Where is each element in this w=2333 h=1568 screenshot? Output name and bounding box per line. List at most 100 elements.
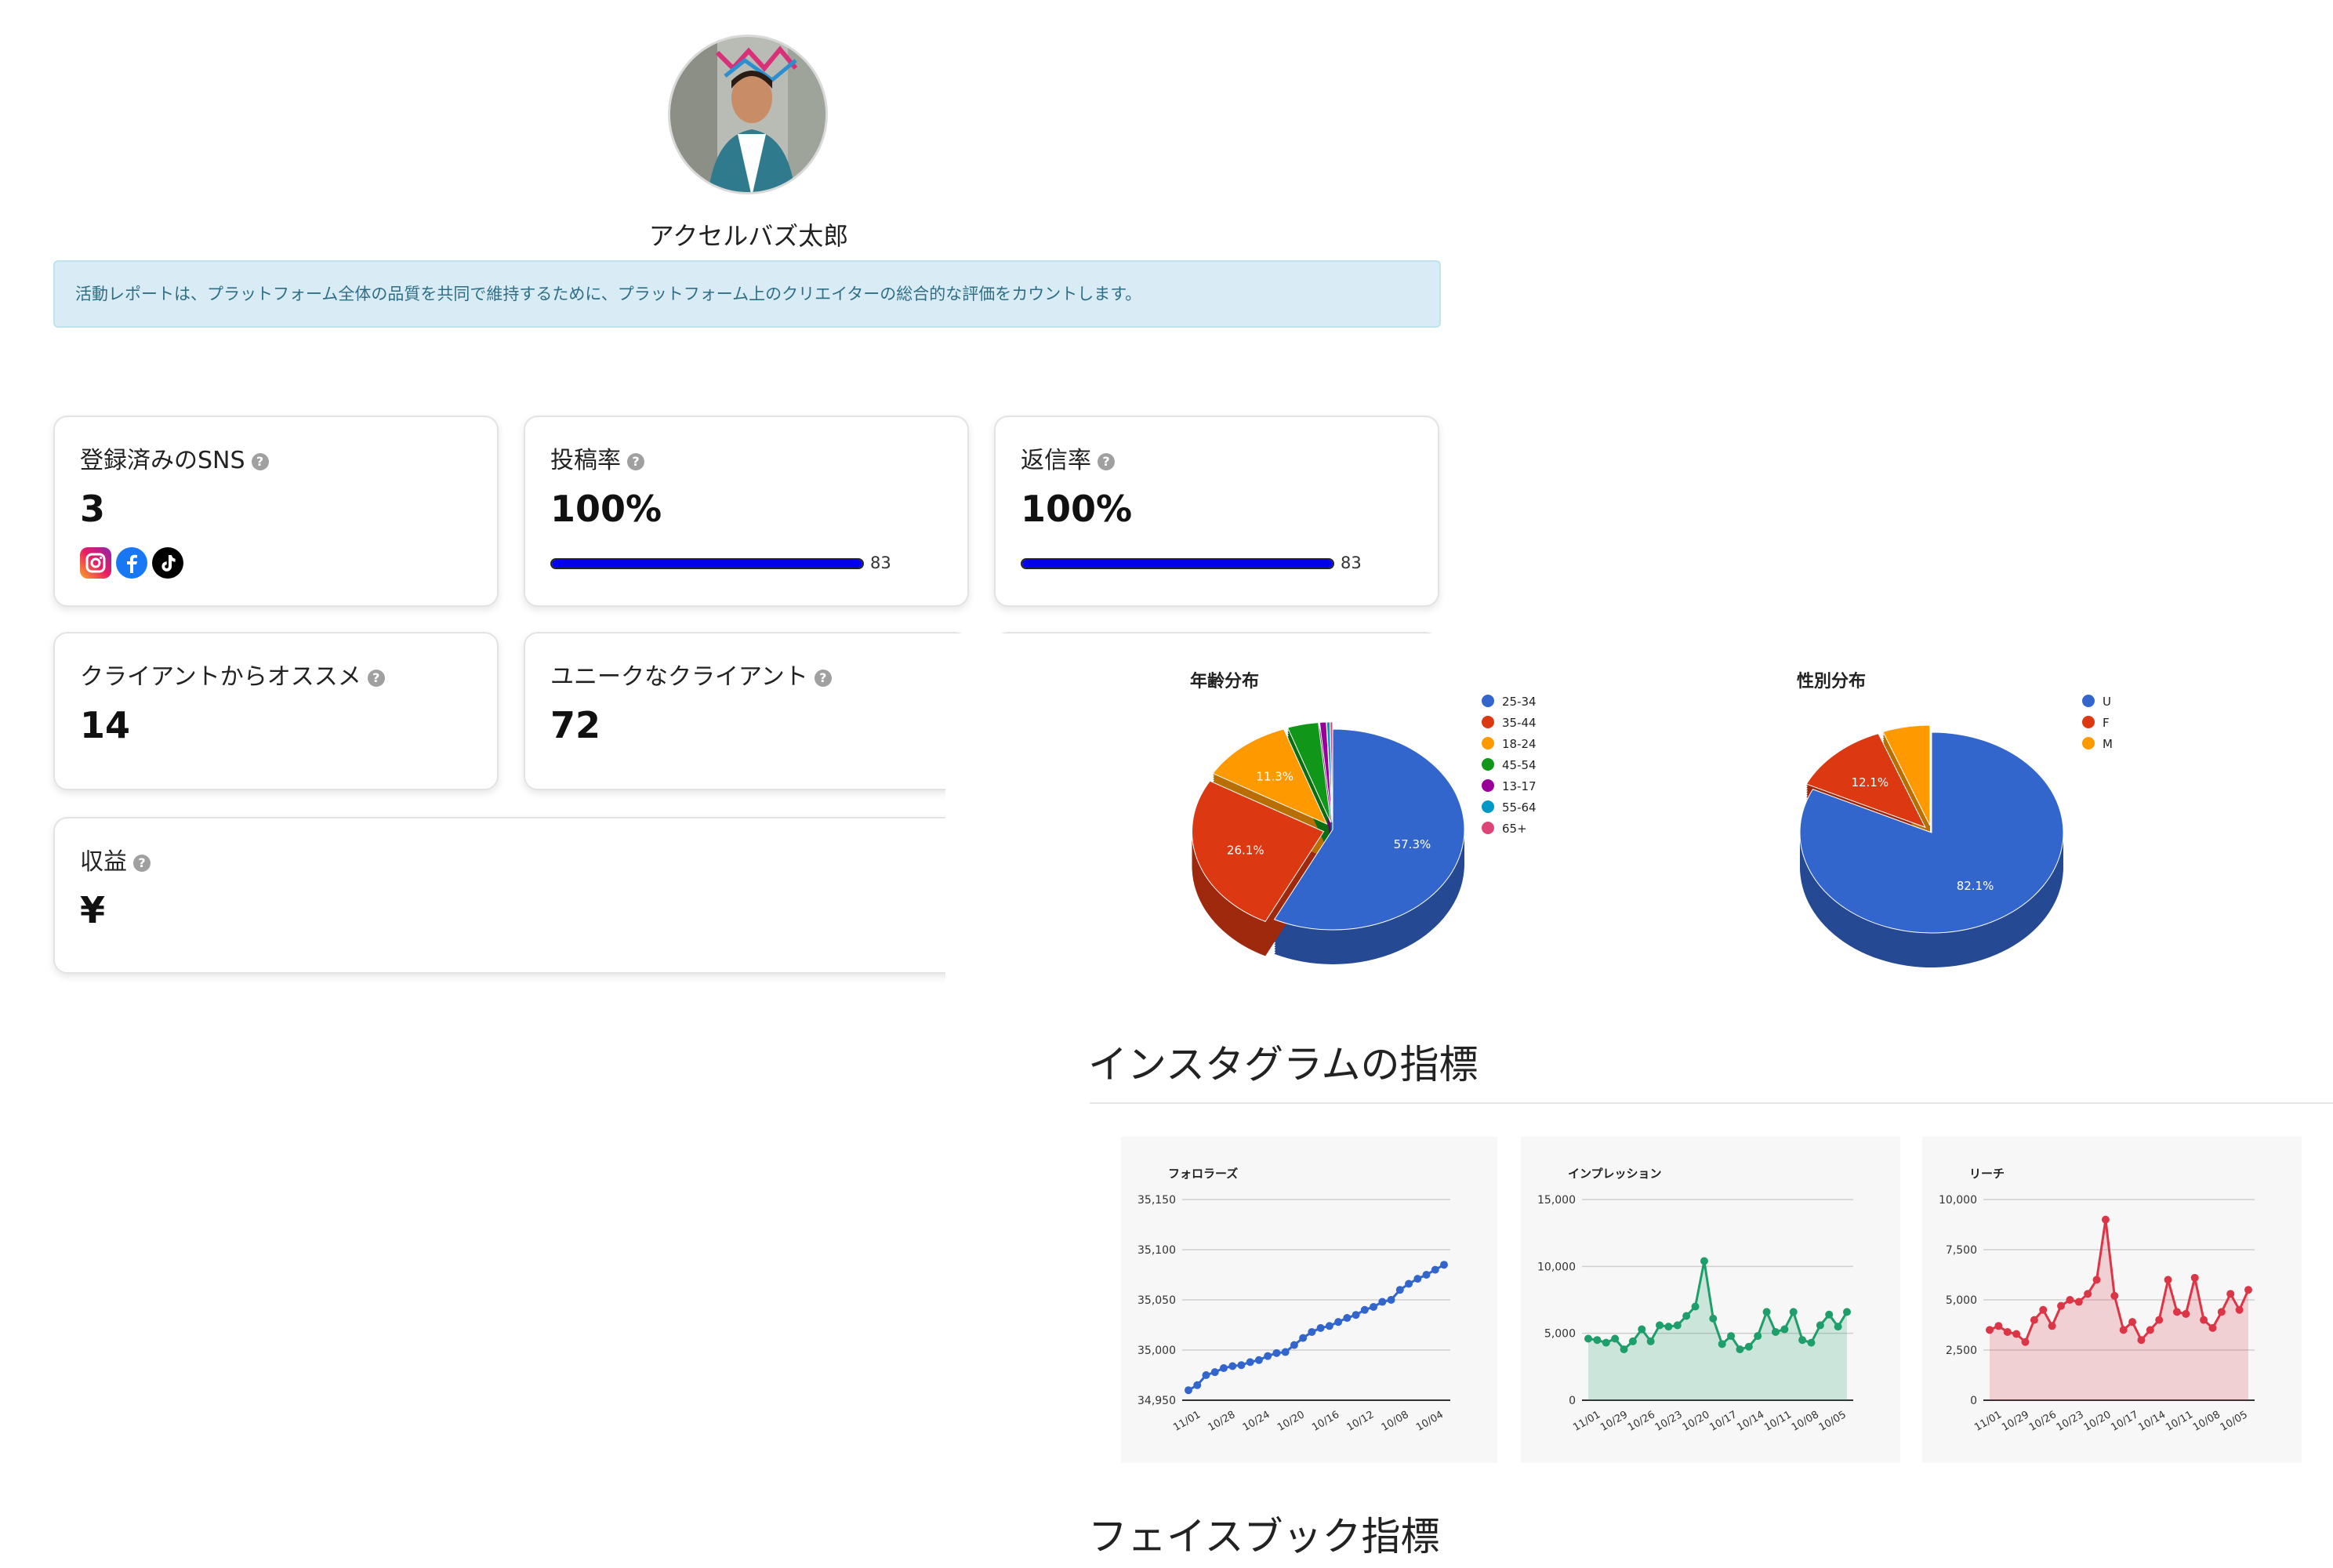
progress-label: 83 [1341, 554, 1362, 572]
card-post-rate: 投稿率? 100% 83 [524, 416, 969, 607]
card-unique-clients: ユニークなクライアント? 72 [524, 632, 969, 790]
data-point [2012, 1330, 2021, 1338]
data-point [2057, 1301, 2066, 1310]
data-point [2039, 1305, 2048, 1314]
card-title: 投稿率? [550, 441, 644, 475]
data-point [1986, 1326, 1994, 1334]
legend-marker [1482, 758, 1494, 771]
progress-fill [552, 560, 862, 568]
y-tick-label: 5,000 [1544, 1328, 1576, 1341]
y-tick-label: 35,100 [1137, 1244, 1176, 1257]
data-point [1602, 1338, 1610, 1347]
data-point [1272, 1348, 1281, 1357]
divider [1090, 1102, 2333, 1104]
x-tick-label: 10/29 [2000, 1409, 2031, 1434]
help-icon[interactable]: ? [251, 452, 269, 470]
help-icon[interactable]: ? [627, 452, 644, 470]
x-tick-label: 10/23 [1653, 1409, 1685, 1434]
progress-label: 83 [870, 554, 891, 572]
x-tick-label: 10/14 [1735, 1409, 1766, 1434]
data-point [1202, 1371, 1210, 1379]
data-point [1780, 1325, 1789, 1334]
followers-line-chart: フォロラーズ 34,950 35,000 35,050 35,100 35,150 11/0… [1137, 1167, 1450, 1434]
data-point [2074, 1298, 2083, 1306]
data-point [1185, 1386, 1192, 1395]
data-point [1593, 1336, 1602, 1345]
data-point [1789, 1308, 1798, 1316]
facebook-metrics-heading: フェイスブック指標 [1088, 1514, 1440, 1559]
data-point [1771, 1327, 1780, 1336]
legend-label: 65+ [1502, 822, 1527, 836]
card-value: 3 [80, 488, 106, 530]
pie-data-label: 12.1% [1851, 775, 1889, 789]
x-tick-label: 10/08 [2191, 1409, 2222, 1434]
x-tick-label: 10/29 [1598, 1409, 1630, 1434]
y-tick-label: 0 [1569, 1395, 1576, 1407]
data-point [2066, 1296, 2074, 1304]
data-point [1360, 1305, 1369, 1314]
data-point [1193, 1381, 1202, 1389]
data-point [1281, 1348, 1290, 1356]
impressions-chart-box: インプレッション 0 5,000 10,000 15,000 11/01 10/29 10/2… [1521, 1137, 1900, 1463]
legend-label: 45-54 [1502, 758, 1537, 772]
pie-data-label: 57.3% [1394, 837, 1431, 851]
pie-title: 性別分布 [1797, 671, 1866, 691]
card-registered-sns: 登録済みのSNS? 3 [53, 416, 499, 607]
data-point [2182, 1309, 2190, 1318]
data-point [1316, 1323, 1325, 1332]
data-point [1754, 1332, 1762, 1341]
x-tick-label: 10/16 [1310, 1409, 1341, 1434]
data-point [1246, 1358, 1254, 1367]
card-value: ¥ [80, 889, 106, 931]
instagram-icon[interactable] [80, 547, 111, 579]
data-point [2164, 1276, 2172, 1284]
x-tick-label: 10/05 [1817, 1409, 1849, 1434]
card-value: 100% [550, 488, 662, 530]
impressions-line-chart: インプレッション05,00010,00015,00011/0110/2910/2… [1537, 1167, 1853, 1434]
x-tick-label: 10/17 [2109, 1409, 2140, 1434]
data-point [2110, 1291, 2119, 1300]
card-value: 14 [80, 704, 131, 746]
legend-label: 35-44 [1502, 716, 1537, 730]
avatar [668, 34, 828, 194]
data-point [1718, 1340, 1726, 1348]
y-tick-label: 2,500 [1946, 1345, 1977, 1357]
tiktok-icon[interactable] [152, 547, 183, 579]
card-title: クライアントからオススメ? [80, 657, 385, 691]
data-point [1254, 1356, 1263, 1364]
line-chart-title: インプレッション [1568, 1167, 1662, 1181]
x-tick-label: 10/11 [1762, 1409, 1794, 1434]
data-point [1709, 1314, 1718, 1323]
data-point [1334, 1318, 1343, 1327]
y-tick-label: 10,000 [1537, 1261, 1576, 1273]
data-point [2128, 1318, 2137, 1327]
age-pie-chart: 年齢分布 57.3% 26.1% 11.3% 25-34 35-44 18-24 45-54 1… [1190, 671, 1537, 964]
x-tick-label: 10/23 [2055, 1409, 2086, 1434]
data-point [2119, 1326, 2128, 1334]
info-alert: 活動レポートは、プラットフォーム全体の品質を共同で維持するために、プラットフォー… [53, 260, 1441, 328]
y-tick-label: 15,000 [1537, 1194, 1576, 1207]
x-tick-label: 10/20 [2082, 1409, 2113, 1434]
legend-marker [2082, 695, 2095, 707]
data-point [1395, 1286, 1404, 1294]
data-point [1431, 1265, 1439, 1274]
card-title: ユニークなクライアント? [550, 657, 832, 691]
x-tick-label: 10/08 [1380, 1409, 1411, 1434]
data-point [1584, 1334, 1592, 1343]
legend-marker [2082, 737, 2095, 750]
data-point [1646, 1337, 1655, 1345]
followers-chart-box: フォロラーズ 34,950 35,000 35,050 35,100 35,150 11/0… [1121, 1137, 1497, 1463]
line-chart-title: リーチ [1969, 1167, 2005, 1181]
help-icon[interactable]: ? [814, 669, 832, 687]
facebook-icon[interactable] [116, 547, 147, 579]
data-point [2155, 1316, 2164, 1324]
x-tick-label: 10/11 [2164, 1409, 2195, 1434]
help-icon[interactable]: ? [1098, 452, 1115, 470]
data-point [1308, 1327, 1316, 1336]
y-tick-label: 0 [1970, 1395, 1977, 1407]
help-icon[interactable]: ? [133, 854, 151, 872]
data-point [2021, 1338, 2030, 1346]
help-icon[interactable]: ? [367, 669, 385, 687]
pie-data-label: 26.1% [1227, 843, 1264, 857]
data-point [1798, 1336, 1807, 1345]
